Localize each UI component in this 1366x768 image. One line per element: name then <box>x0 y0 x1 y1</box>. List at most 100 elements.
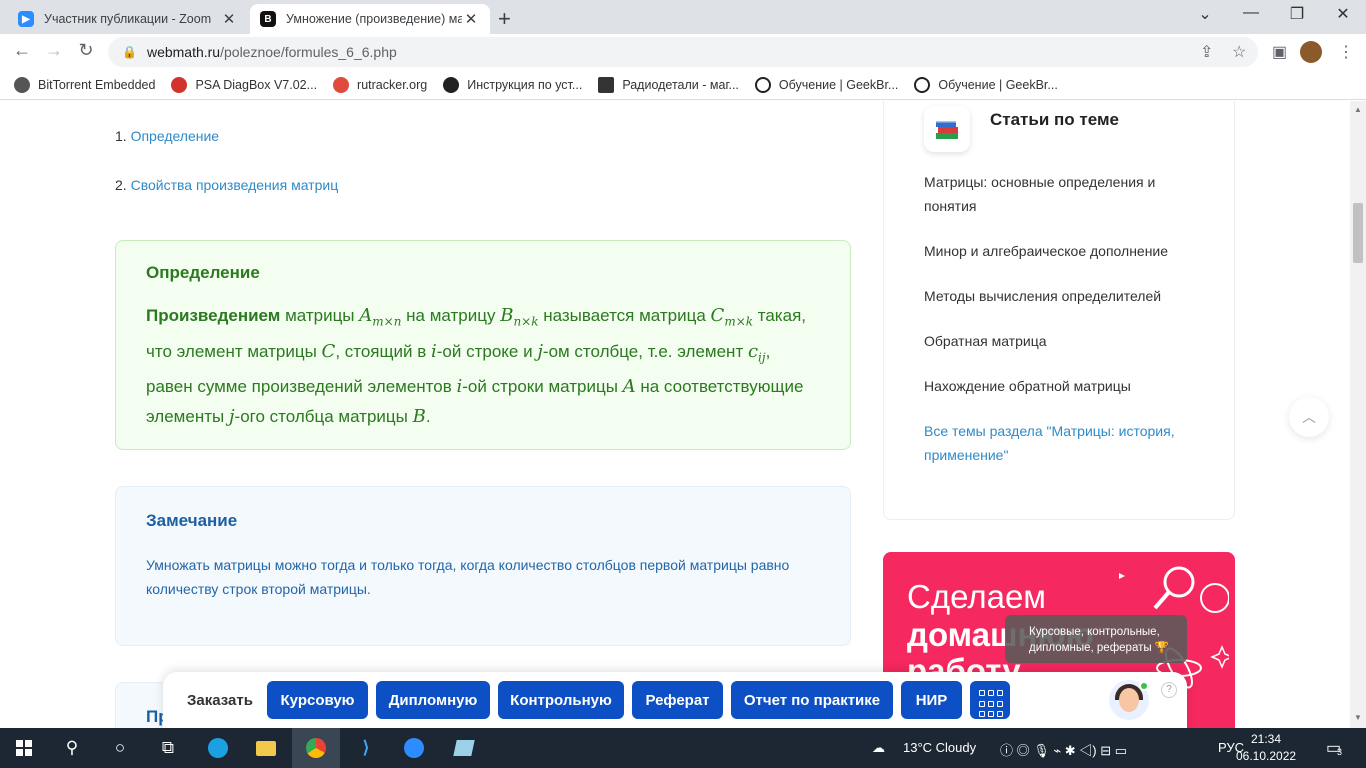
bookmark-favicon-icon <box>754 76 771 93</box>
more-services-grid-icon[interactable] <box>970 681 1010 719</box>
text: . <box>425 407 431 427</box>
text: на матрицу <box>401 306 501 325</box>
reload-button[interactable]: ↻ <box>74 40 98 61</box>
menu-icon[interactable]: ⋮ <box>1338 42 1354 62</box>
text: -ой строки матрицы <box>462 377 623 397</box>
clock-time: 21:34 <box>1250 732 1282 746</box>
address-bar[interactable]: 🔒 webmath.ru/poleznoe/formules_6_6.php <box>108 37 1258 67</box>
share-icon[interactable]: ⇪ <box>1200 42 1213 62</box>
close-tab-icon[interactable]: ✕ <box>462 10 480 28</box>
scroll-up-icon[interactable]: ▲ <box>1354 105 1362 114</box>
sidebar-link[interactable]: Методы вычисления определителей <box>924 284 1204 308</box>
cortana-icon[interactable]: ○ <box>96 728 144 768</box>
vscode-icon[interactable]: ⟩ <box>342 728 390 768</box>
math-symbol: A <box>622 376 636 398</box>
zoom-app-icon[interactable] <box>390 728 438 768</box>
forward-button[interactable]: → <box>42 40 66 61</box>
url-path: /poleznoe/formules_6_6.php <box>220 44 397 60</box>
sidebar-link[interactable]: Матрицы: основные определения и понятия <box>924 170 1204 218</box>
bookmark-favicon-icon <box>598 76 615 93</box>
tab-zoom[interactable]: ▶ Участник публикации - Zoom ✕ <box>8 4 248 34</box>
tab-search-icon[interactable]: ⌄ <box>1182 4 1228 24</box>
order-coursework-button[interactable]: Курсовую <box>267 681 368 719</box>
order-essay-button[interactable]: Реферат <box>632 681 723 719</box>
edge-icon[interactable] <box>194 728 242 768</box>
new-tab-button[interactable]: + <box>498 6 511 32</box>
close-tab-icon[interactable]: ✕ <box>220 10 238 28</box>
sidebar-link[interactable]: Минор и алгебраическое дополнение <box>924 239 1204 263</box>
tray-icons[interactable]: ⓘ ◎ 🎙 ⌁ ✱ ◁) ⊟ ▭ <box>1000 740 1127 759</box>
scroll-to-top-button[interactable]: ︿ <box>1289 397 1329 437</box>
order-diploma-button[interactable]: Дипломную <box>376 681 490 719</box>
restore-button[interactable]: ❐ <box>1274 4 1320 24</box>
bookmark-favicon-icon <box>171 76 188 93</box>
minimize-button[interactable]: — <box>1228 4 1274 22</box>
sidebar-all-topics-link[interactable]: Все темы раздела "Матрицы: история, прим… <box>924 419 1204 467</box>
order-test-button[interactable]: Контрольную <box>498 681 624 719</box>
bookmark-item[interactable]: Обучение | GeekBr... <box>914 76 1058 93</box>
promo-tooltip: Курсовые, контрольные, дипломные, рефера… <box>1005 615 1187 663</box>
tab-title: Участник публикации - Zoom <box>44 12 212 26</box>
sidepanel-icon[interactable]: ▣ <box>1272 42 1287 62</box>
bookmarks-bar: BitTorrent Embedded PSA DiagBox V7.02...… <box>0 70 1366 100</box>
weather-icon[interactable]: ☁ <box>872 740 885 756</box>
bookmark-item[interactable]: PSA DiagBox V7.02... <box>171 76 318 93</box>
toc-link-definition[interactable]: Определение <box>131 128 220 144</box>
order-label: Заказать <box>187 692 253 709</box>
lock-icon[interactable]: 🔒 <box>122 45 137 59</box>
scroll-down-icon[interactable]: ▼ <box>1354 713 1362 722</box>
bookmark-label: PSA DiagBox V7.02... <box>195 77 318 92</box>
page-scrollbar[interactable]: ▲ ▼ <box>1350 101 1366 728</box>
back-button[interactable]: ← <box>10 40 34 61</box>
order-research-button[interactable]: НИР <box>901 681 962 719</box>
text: называется матрица <box>538 306 711 325</box>
bookmark-item[interactable]: BitTorrent Embedded <box>14 76 156 93</box>
bookmark-item[interactable]: Обучение | GeekBr... <box>754 76 899 93</box>
definition-text: Произведением матрицы Am×n на матрицу Bn… <box>146 301 820 432</box>
math-A: Am×n <box>359 305 401 329</box>
zoom-icon: ▶ <box>18 11 34 27</box>
math-symbol: C <box>710 305 725 326</box>
page-viewport: 1. Определение 2. Свойства произведения … <box>0 101 1350 728</box>
bookmark-item[interactable]: rutracker.org <box>333 76 428 93</box>
toc-number: 1. <box>115 128 127 144</box>
bookmark-label: Обучение | GeekBr... <box>938 77 1058 92</box>
system-clock[interactable]: 21:34 06.10.2022 <box>1236 731 1296 765</box>
bookmark-favicon-icon <box>443 76 460 93</box>
bookmark-item[interactable]: Радиодетали - маг... <box>598 76 739 93</box>
math-subscript: n×k <box>513 314 539 329</box>
help-icon[interactable]: ? <box>1161 682 1177 698</box>
tab-title: Умножение (произведение) ма <box>286 12 462 26</box>
sidebar-link[interactable]: Обратная матрица <box>924 329 1204 353</box>
notes-app-icon[interactable] <box>440 728 488 768</box>
search-icon[interactable]: ⚲ <box>48 728 96 768</box>
windows-start-icon[interactable] <box>0 728 48 768</box>
order-practice-report-button[interactable]: Отчет по практике <box>731 681 893 719</box>
math-subscript: m×k <box>724 314 754 329</box>
weather-text[interactable]: 13°C Cloudy <box>903 740 976 755</box>
bookmark-item[interactable]: Инструкция по уст... <box>443 76 582 93</box>
bookmark-label: Обучение | GeekBr... <box>778 77 899 92</box>
math-symbol: A <box>359 305 373 326</box>
text: , стоящий в <box>335 341 431 361</box>
close-window-button[interactable]: ✕ <box>1320 4 1366 24</box>
bookmark-label: rutracker.org <box>357 77 428 92</box>
sidebar-link[interactable]: Нахождение обратной матрицы <box>924 374 1204 398</box>
text: -ом столбце, т.е. элемент <box>542 341 748 361</box>
bookmark-label: BitTorrent Embedded <box>38 77 156 92</box>
toc-link-properties[interactable]: Свойства произведения матриц <box>131 177 339 193</box>
notification-count: 3 <box>1337 747 1343 757</box>
definition-title: Определение <box>146 263 260 282</box>
bookmark-favicon-icon <box>14 76 30 93</box>
chrome-icon[interactable] <box>292 728 340 768</box>
tab-webmath[interactable]: B Умножение (произведение) ма ✕ <box>250 4 490 34</box>
url-host: webmath.ru <box>146 44 221 60</box>
task-view-icon[interactable]: ⧉ <box>144 728 192 768</box>
tab-strip: ▶ Участник публикации - Zoom ✕ B Умножен… <box>0 0 1366 34</box>
note-box: Замечание Умножать матрицы можно тогда и… <box>115 486 851 646</box>
books-icon <box>924 106 970 152</box>
file-explorer-icon[interactable] <box>242 728 290 768</box>
bookmark-star-icon[interactable]: ☆ <box>1232 42 1246 62</box>
scrollbar-thumb[interactable] <box>1353 203 1363 263</box>
profile-avatar[interactable] <box>1300 41 1322 63</box>
